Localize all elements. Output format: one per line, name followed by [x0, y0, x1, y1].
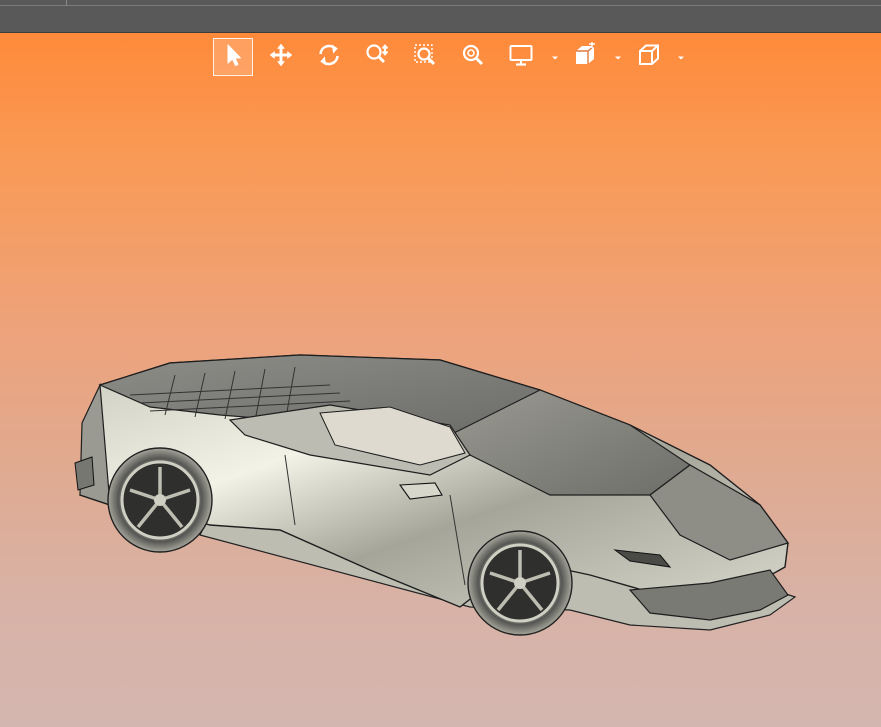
- zoom-fit-icon: [460, 42, 486, 72]
- tab-strip: [0, 0, 881, 6]
- car-3d-model[interactable]: [70, 345, 805, 645]
- shading-button[interactable]: [565, 38, 605, 76]
- view-cube-icon: [636, 42, 662, 72]
- rotate-icon: [316, 42, 342, 72]
- chevron-down-icon: [613, 48, 623, 67]
- rotate-button[interactable]: [309, 38, 349, 76]
- view-dropdown-caret[interactable]: [676, 52, 686, 62]
- select-button[interactable]: [213, 38, 253, 76]
- chevron-down-icon: [676, 48, 686, 67]
- view-orientation-button[interactable]: [629, 38, 669, 76]
- zoom-fit-button[interactable]: [453, 38, 493, 76]
- zoom-window-icon: [412, 42, 438, 72]
- view-toolbar: [210, 37, 690, 77]
- select-arrow-icon: [220, 42, 246, 72]
- zoom-button[interactable]: [357, 38, 397, 76]
- display-button[interactable]: [501, 38, 541, 76]
- shading-dropdown-caret[interactable]: [613, 52, 623, 62]
- pan-move-icon: [268, 42, 294, 72]
- zoom-window-button[interactable]: [405, 38, 445, 76]
- zoom-icon: [364, 42, 390, 72]
- display-dropdown-caret[interactable]: [550, 52, 560, 62]
- display-monitor-icon: [508, 42, 534, 72]
- pan-button[interactable]: [261, 38, 301, 76]
- shading-cube-icon: [572, 42, 598, 72]
- chevron-down-icon: [550, 48, 560, 67]
- tab-separator: [66, 0, 67, 6]
- title-bar: [0, 0, 881, 33]
